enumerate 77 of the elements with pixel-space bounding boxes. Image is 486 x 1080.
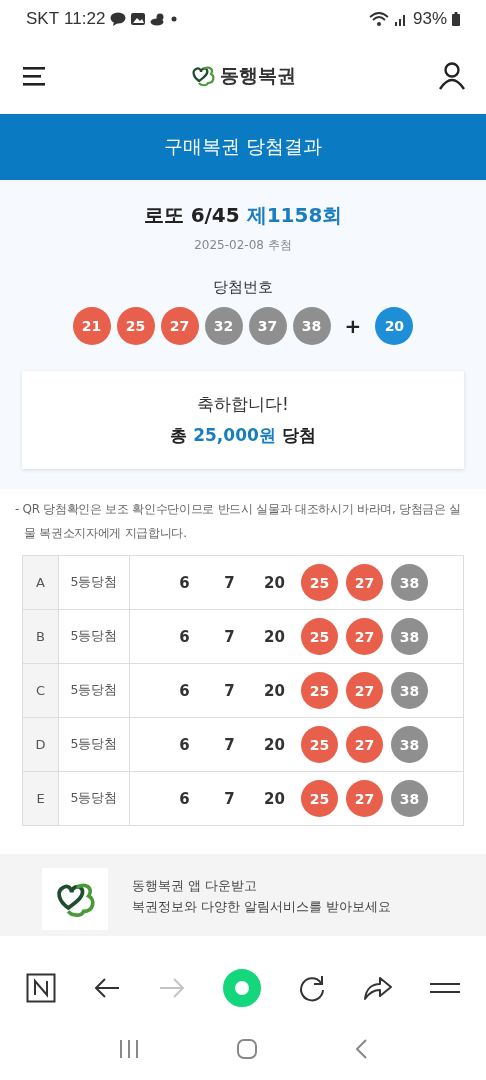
number-ball: 27: [346, 726, 383, 763]
recents-icon[interactable]: [118, 1038, 140, 1060]
clover-icon: [190, 64, 216, 88]
dot-icon: [171, 16, 178, 22]
number: 20: [263, 573, 286, 592]
draw-date: 2025-02-08 추첨: [194, 237, 292, 254]
number-ball: 20: [375, 307, 414, 345]
number: 6: [178, 627, 191, 646]
number: 20: [263, 789, 286, 808]
number: 7: [223, 735, 236, 754]
number: 6: [178, 789, 191, 808]
number: 20: [263, 627, 286, 646]
page-title: 구매복권 당첨결과: [163, 134, 322, 159]
rank-cell: 5등당첨: [59, 718, 130, 771]
number-ball: 25: [301, 726, 338, 763]
number-ball: 27: [346, 618, 383, 655]
wifi-icon: [368, 11, 389, 27]
share-icon[interactable]: [363, 975, 393, 1001]
number-ball: 38: [391, 564, 428, 601]
number: 7: [223, 789, 236, 808]
image-icon: [131, 12, 146, 26]
number: 6: [178, 735, 191, 754]
promo-text: 복권정보와 다양한 알림서비스를 받아보세요: [132, 899, 391, 916]
numbers-label: 당첨번호: [213, 278, 273, 297]
number: 7: [223, 627, 236, 646]
signal-icon: [393, 12, 408, 26]
game-title: 로또 6/45 제1158회: [143, 202, 343, 229]
user-icon[interactable]: [438, 62, 466, 90]
number-ball: 38: [391, 726, 428, 763]
battery-icon: [452, 12, 460, 26]
battery-level: 93%: [412, 9, 447, 29]
number-ball: 27: [346, 564, 383, 601]
number-ball: 38: [391, 780, 428, 817]
number-ball: 27: [160, 307, 199, 345]
number: 7: [223, 573, 236, 592]
number: 20: [263, 681, 286, 700]
brand-name: 동행복권: [220, 63, 296, 88]
logo[interactable]: 동행복권: [190, 63, 296, 89]
congrats-text: 축하합니다!: [197, 393, 289, 416]
number-ball: 25: [301, 780, 338, 817]
rank-cell: 5등당첨: [59, 556, 130, 609]
number-ball: 25: [301, 618, 338, 655]
number: 20: [263, 735, 286, 754]
number-ball: 25: [301, 564, 338, 601]
number: 7: [223, 681, 236, 700]
number-ball: 27: [346, 672, 383, 709]
home-button-icon[interactable]: [236, 1038, 258, 1060]
number-ball: 25: [116, 307, 155, 345]
rank-cell: 5등당첨: [59, 664, 130, 717]
number-ball: 27: [346, 780, 383, 817]
slot-cell: B: [23, 610, 59, 663]
notice-text: - QR 당첨확인은 보조 확인수단이므로 반드시 실물과 대조하시기 바라며, 당첨금은 실물 복권소지자에게 지급합니다.: [14, 501, 462, 542]
clock: 11:22: [64, 9, 106, 29]
number: 6: [178, 681, 191, 700]
number: 6: [178, 573, 191, 592]
slot-cell: D: [23, 718, 59, 771]
plus-sign: +: [344, 314, 362, 338]
slot-cell: A: [23, 556, 59, 609]
number-ball: 38: [292, 307, 331, 345]
carrier-name: SKT: [26, 9, 60, 29]
slot-cell: C: [23, 664, 59, 717]
number-ball: 38: [391, 672, 428, 709]
slot-cell: E: [23, 772, 59, 825]
menu-icon[interactable]: [22, 66, 48, 86]
promo-text: 동행복권 앱 다운받고: [132, 878, 258, 895]
menu-icon[interactable]: [430, 981, 460, 995]
rank-cell: 5등당첨: [59, 772, 130, 825]
number-ball: 38: [391, 618, 428, 655]
number-ball: 25: [301, 672, 338, 709]
back-icon[interactable]: [93, 977, 121, 999]
number-ball: 32: [204, 307, 243, 345]
refresh-icon[interactable]: [298, 974, 326, 1002]
number-ball: 21: [72, 307, 111, 345]
chat-icon: [110, 12, 127, 26]
rank-cell: 5등당첨: [59, 610, 130, 663]
prize-amount: 총 25,000원 당첨: [170, 424, 316, 447]
number-ball: 37: [248, 307, 287, 345]
